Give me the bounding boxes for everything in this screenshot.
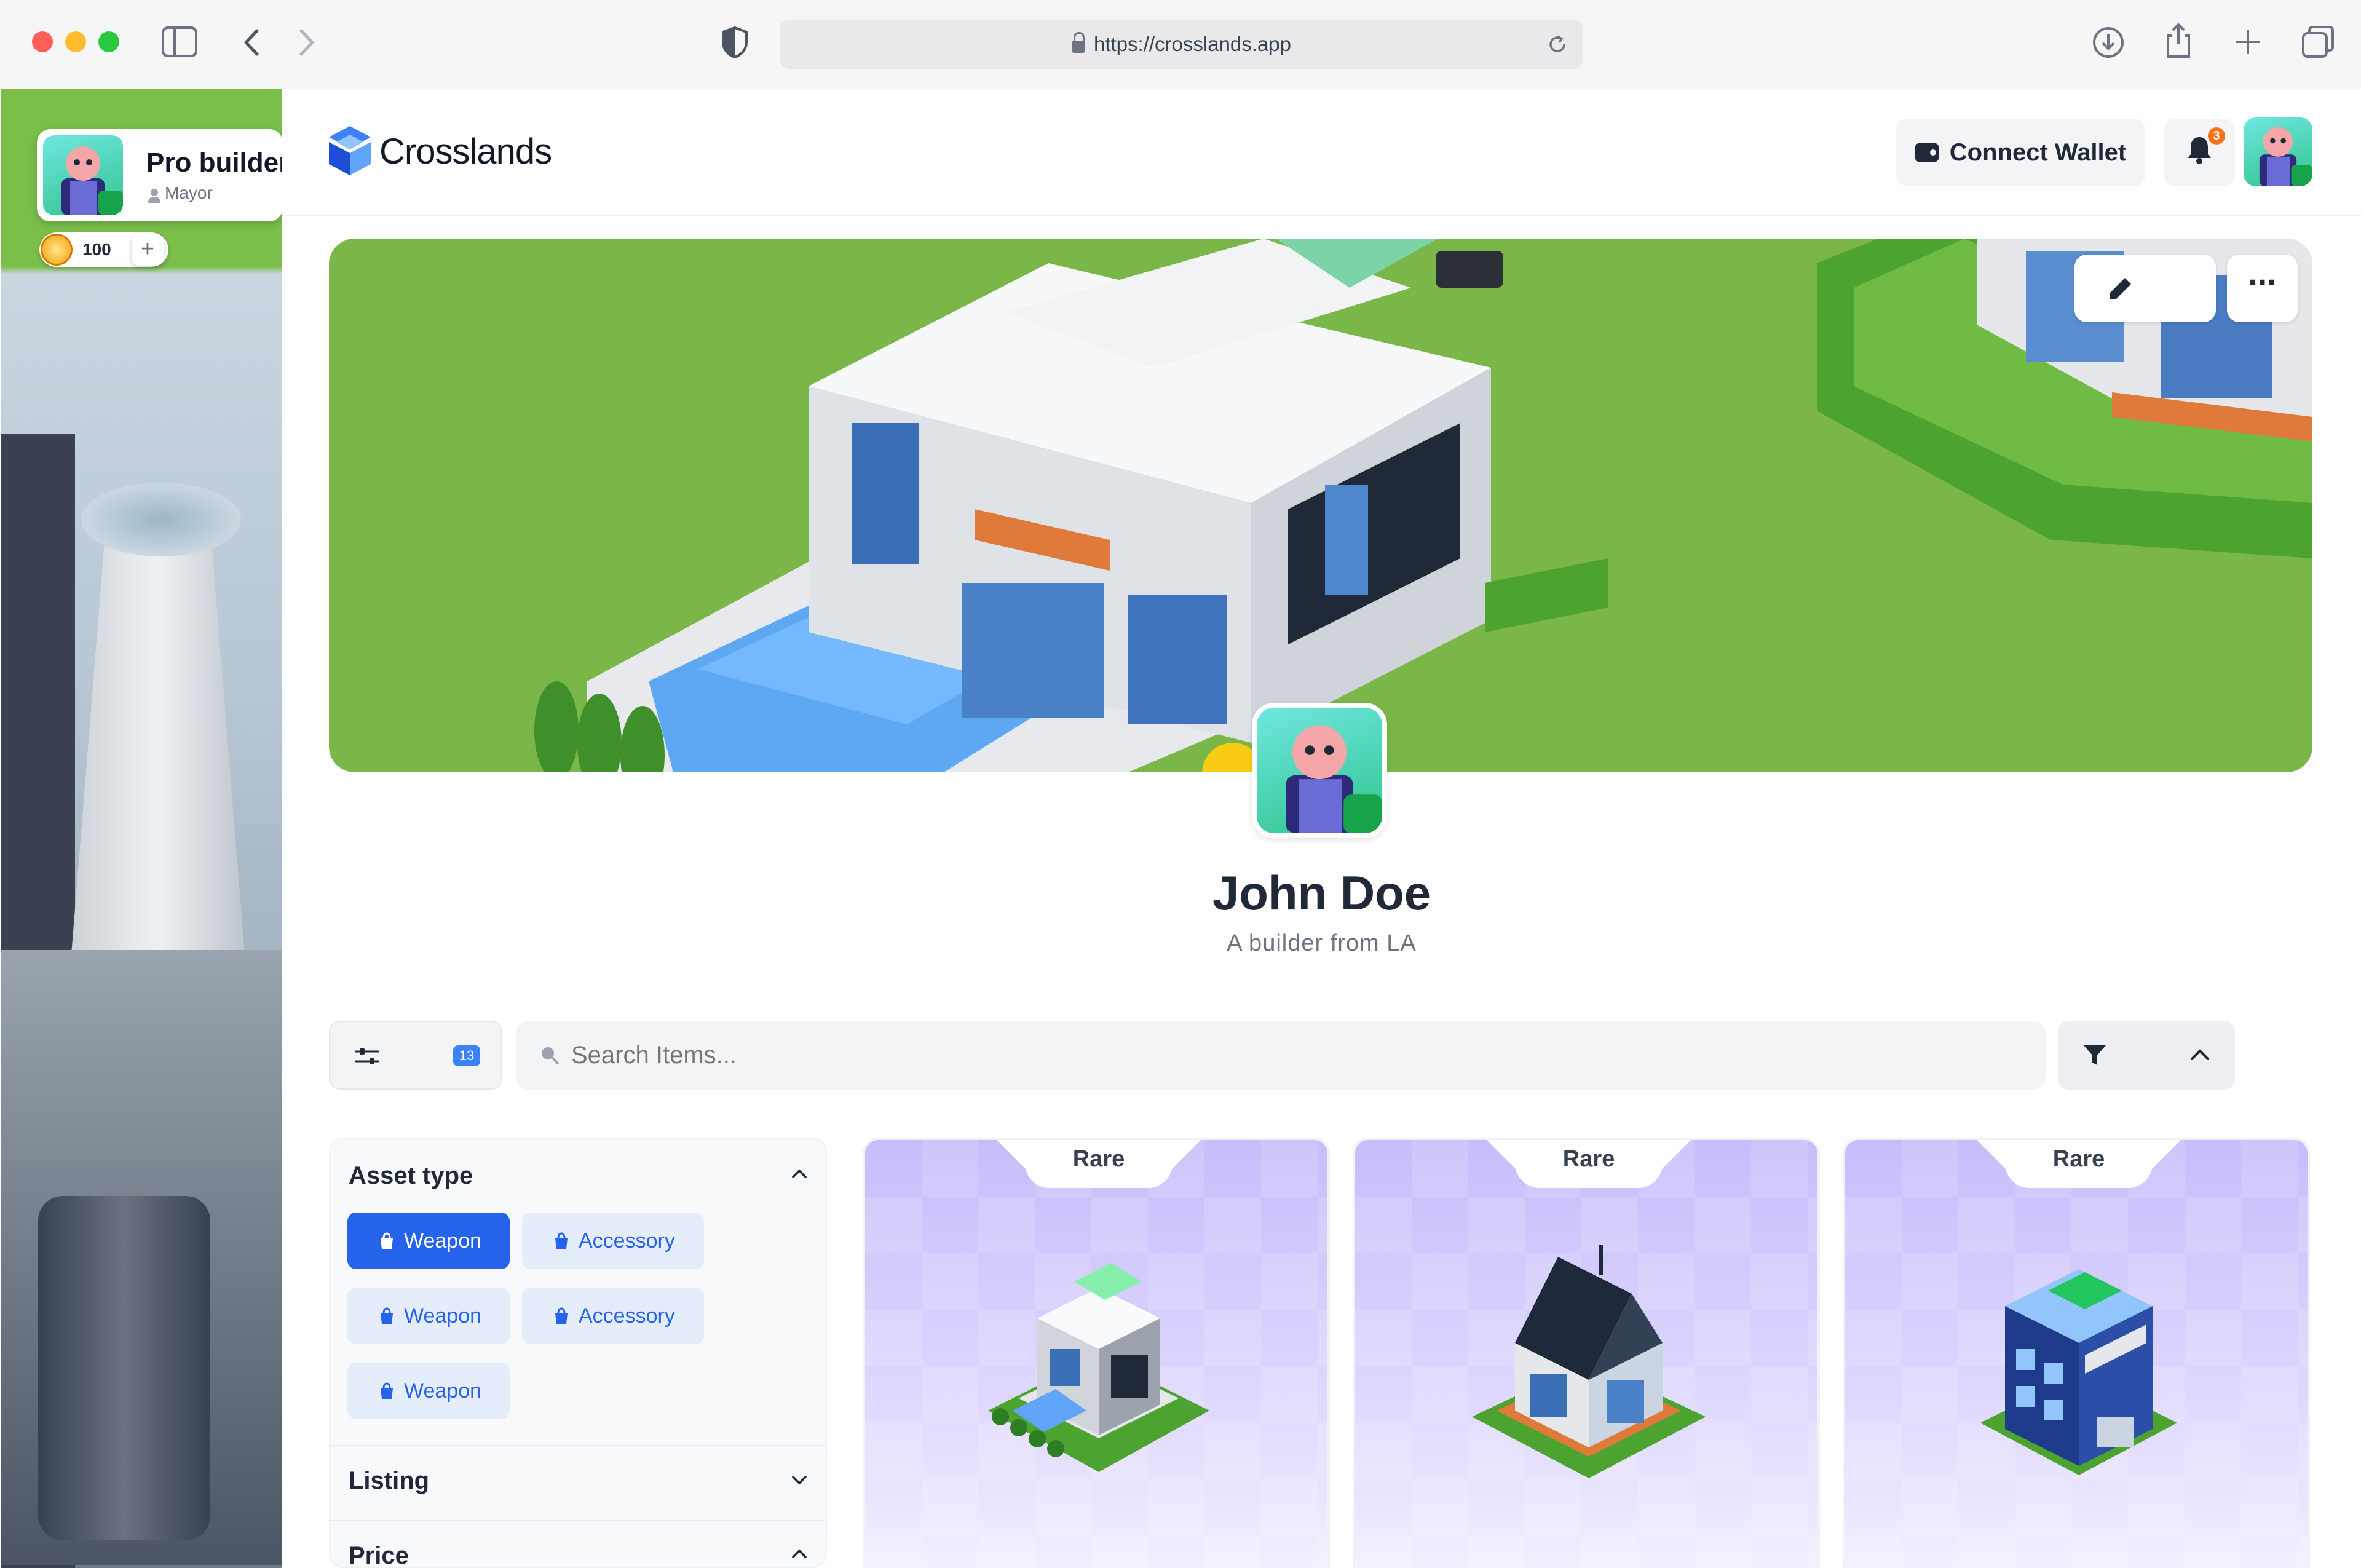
shield-icon[interactable] — [721, 26, 749, 59]
asset-type-header[interactable]: Asset type — [330, 1139, 826, 1210]
coin-amount: 100 — [82, 240, 111, 259]
character-avatar-icon — [1286, 725, 1382, 833]
tabs-icon[interactable] — [2301, 25, 2335, 59]
filters-panel: Asset type Weapon Accessory Weapon Acces… — [329, 1138, 827, 1568]
profile-bio: A builder from LA — [1227, 930, 1417, 956]
funnel-icon — [2084, 1045, 2106, 1065]
asset-type-title: Asset type — [349, 1162, 473, 1189]
sort-filter-button[interactable] — [2058, 1021, 2235, 1090]
add-coins-button[interactable]: + — [132, 234, 164, 266]
app-header: Crosslands Connect Wallet 3 — [282, 89, 2361, 216]
listing-header[interactable]: Listing — [330, 1446, 826, 1520]
rarity-label: Rare — [1562, 1146, 1615, 1172]
more-options-button[interactable]: ⋯ — [2227, 255, 2298, 322]
chip-label: Weapon — [404, 1229, 482, 1253]
player-name: Pro builder — [146, 148, 283, 178]
chip-label: Accessory — [579, 1229, 675, 1253]
chevron-up-icon — [792, 1169, 807, 1178]
character-avatar-icon — [2259, 127, 2312, 186]
bag-icon — [381, 1307, 393, 1324]
connect-wallet-button[interactable]: Connect Wallet — [1896, 119, 2145, 186]
url-text: https://crosslands.app — [1093, 33, 1291, 55]
share-icon[interactable] — [2163, 22, 2194, 59]
forward-icon[interactable] — [296, 27, 317, 58]
wallet-icon — [1915, 143, 1939, 162]
search-bar[interactable] — [516, 1021, 2046, 1090]
character-avatar-icon — [61, 146, 123, 215]
active-filter-count: 13 — [453, 1045, 480, 1066]
coin-icon — [41, 234, 73, 266]
item-card[interactable]: Rare — [1353, 1138, 1820, 1568]
asset-chip-weapon[interactable]: Weapon — [347, 1363, 510, 1419]
player-role: Mayor — [165, 183, 213, 202]
brand-name[interactable]: Crosslands — [379, 131, 552, 172]
chip-label: Weapon — [404, 1379, 482, 1403]
chip-label: Accessory — [579, 1304, 675, 1328]
asset-chip-weapon[interactable]: Weapon — [347, 1288, 510, 1344]
isometric-villa-illustration — [534, 239, 2312, 772]
bag-icon — [381, 1232, 393, 1249]
chevron-down-icon — [792, 1476, 807, 1485]
search-input[interactable] — [570, 1040, 1987, 1070]
cottage-house-icon — [1472, 1245, 1706, 1478]
cooling-tower — [66, 507, 250, 1012]
game-scene[interactable] — [1, 89, 282, 1568]
rarity-label: Rare — [1072, 1146, 1125, 1172]
asset-chip-weapon[interactable]: Weapon — [347, 1213, 510, 1269]
asset-chip-accessory[interactable]: Accessory — [522, 1288, 704, 1344]
notification-badge: 3 — [2208, 127, 2225, 145]
price-title: Price — [349, 1542, 409, 1568]
modern-villa-icon — [988, 1263, 1209, 1472]
minimize-window-button[interactable] — [65, 31, 86, 52]
address-bar[interactable]: https://crosslands.app — [780, 20, 1583, 69]
crosslands-logo-icon[interactable] — [326, 124, 373, 178]
cooling-tower-top — [81, 483, 241, 556]
maximize-window-button[interactable] — [98, 31, 119, 52]
storage-tank — [38, 1196, 210, 1540]
asset-chip-accessory[interactable]: Accessory — [522, 1213, 704, 1269]
player-hud[interactable]: Pro builder Mayor — [37, 129, 283, 221]
app-main: Crosslands Connect Wallet 3 ⋯ John Doe A… — [282, 89, 2361, 1568]
chevron-up-icon — [792, 1549, 807, 1558]
filter-toggle-button[interactable]: 13 — [329, 1021, 502, 1090]
item-card[interactable]: Rare — [1843, 1138, 2310, 1568]
user-icon — [148, 189, 160, 203]
ellipsis-icon: ⋯ — [2248, 266, 2277, 298]
lock-icon — [1071, 32, 1085, 53]
reload-icon[interactable] — [1546, 33, 1568, 55]
sliders-icon — [355, 1048, 379, 1064]
sidebar-icon[interactable] — [161, 26, 198, 58]
police-station-icon — [1980, 1269, 2177, 1475]
listing-title: Listing — [349, 1467, 430, 1494]
bag-icon — [381, 1382, 393, 1399]
player-avatar[interactable] — [43, 135, 123, 215]
download-icon[interactable] — [2092, 26, 2125, 59]
connect-wallet-label: Connect Wallet — [1949, 138, 2127, 166]
rarity-label: Rare — [2052, 1146, 2105, 1172]
search-icon — [542, 1047, 559, 1064]
chevron-up-icon — [2191, 1049, 2209, 1060]
edit-profile-button[interactable] — [2074, 255, 2216, 322]
back-icon[interactable] — [241, 27, 262, 58]
profile-name: John Doe — [1212, 866, 1431, 920]
item-card[interactable]: Rare — [863, 1138, 1330, 1568]
browser-toolbar: https://crosslands.app — [0, 0, 2361, 90]
profile-banner: ⋯ — [329, 239, 2312, 772]
bag-icon — [555, 1232, 568, 1249]
profile-avatar[interactable] — [1252, 703, 1387, 838]
close-window-button[interactable] — [32, 31, 53, 52]
notifications-button[interactable]: 3 — [2164, 119, 2235, 186]
new-tab-icon[interactable] — [2233, 27, 2263, 57]
bag-icon — [555, 1307, 568, 1324]
user-avatar[interactable] — [2244, 117, 2312, 186]
pencil-icon — [2110, 278, 2131, 299]
price-header[interactable]: Price — [330, 1521, 826, 1568]
chip-label: Weapon — [404, 1304, 482, 1328]
